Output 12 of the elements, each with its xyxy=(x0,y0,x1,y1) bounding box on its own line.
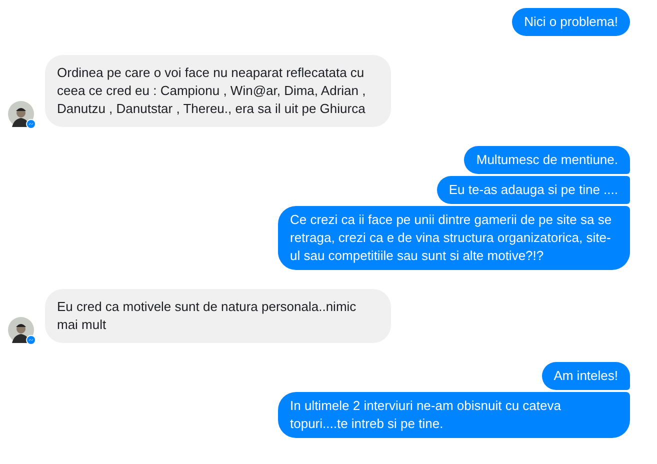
sent-message: Eu te-as adauga si pe tine .... xyxy=(436,176,630,204)
messenger-badge-icon xyxy=(26,119,36,129)
sent-message: In ultimele 2 interviuri ne-am obisnuit cu cateva topuri....te intreb si pe tine. xyxy=(278,392,630,438)
messenger-badge-icon xyxy=(26,335,36,345)
avatar xyxy=(8,317,34,343)
avatar xyxy=(8,101,34,127)
sent-message: Ce crezi ca ii face pe unii dintre gamerii de pe site sa se retraga, crezi ca e de vina structura organizatorica, site-ul sau competitiile sau sunt si alte motive?!? xyxy=(278,206,630,270)
sent-message: Am inteles! xyxy=(542,362,630,390)
sent-message: Nici o problema! xyxy=(512,8,630,36)
sent-message: Multumesc de mentiune. xyxy=(464,146,630,174)
received-message: Eu cred ca motivele sunt de natura personala..nimic mai mult xyxy=(45,289,391,343)
received-message: Ordinea pe care o voi face nu neaparat reflecatata cu ceea ce cred eu : Campionu , Win@ar, Dima, Adrian , Danutzu , Danutstar , Thereu., era sa il uit pe Ghiurca xyxy=(45,55,391,127)
